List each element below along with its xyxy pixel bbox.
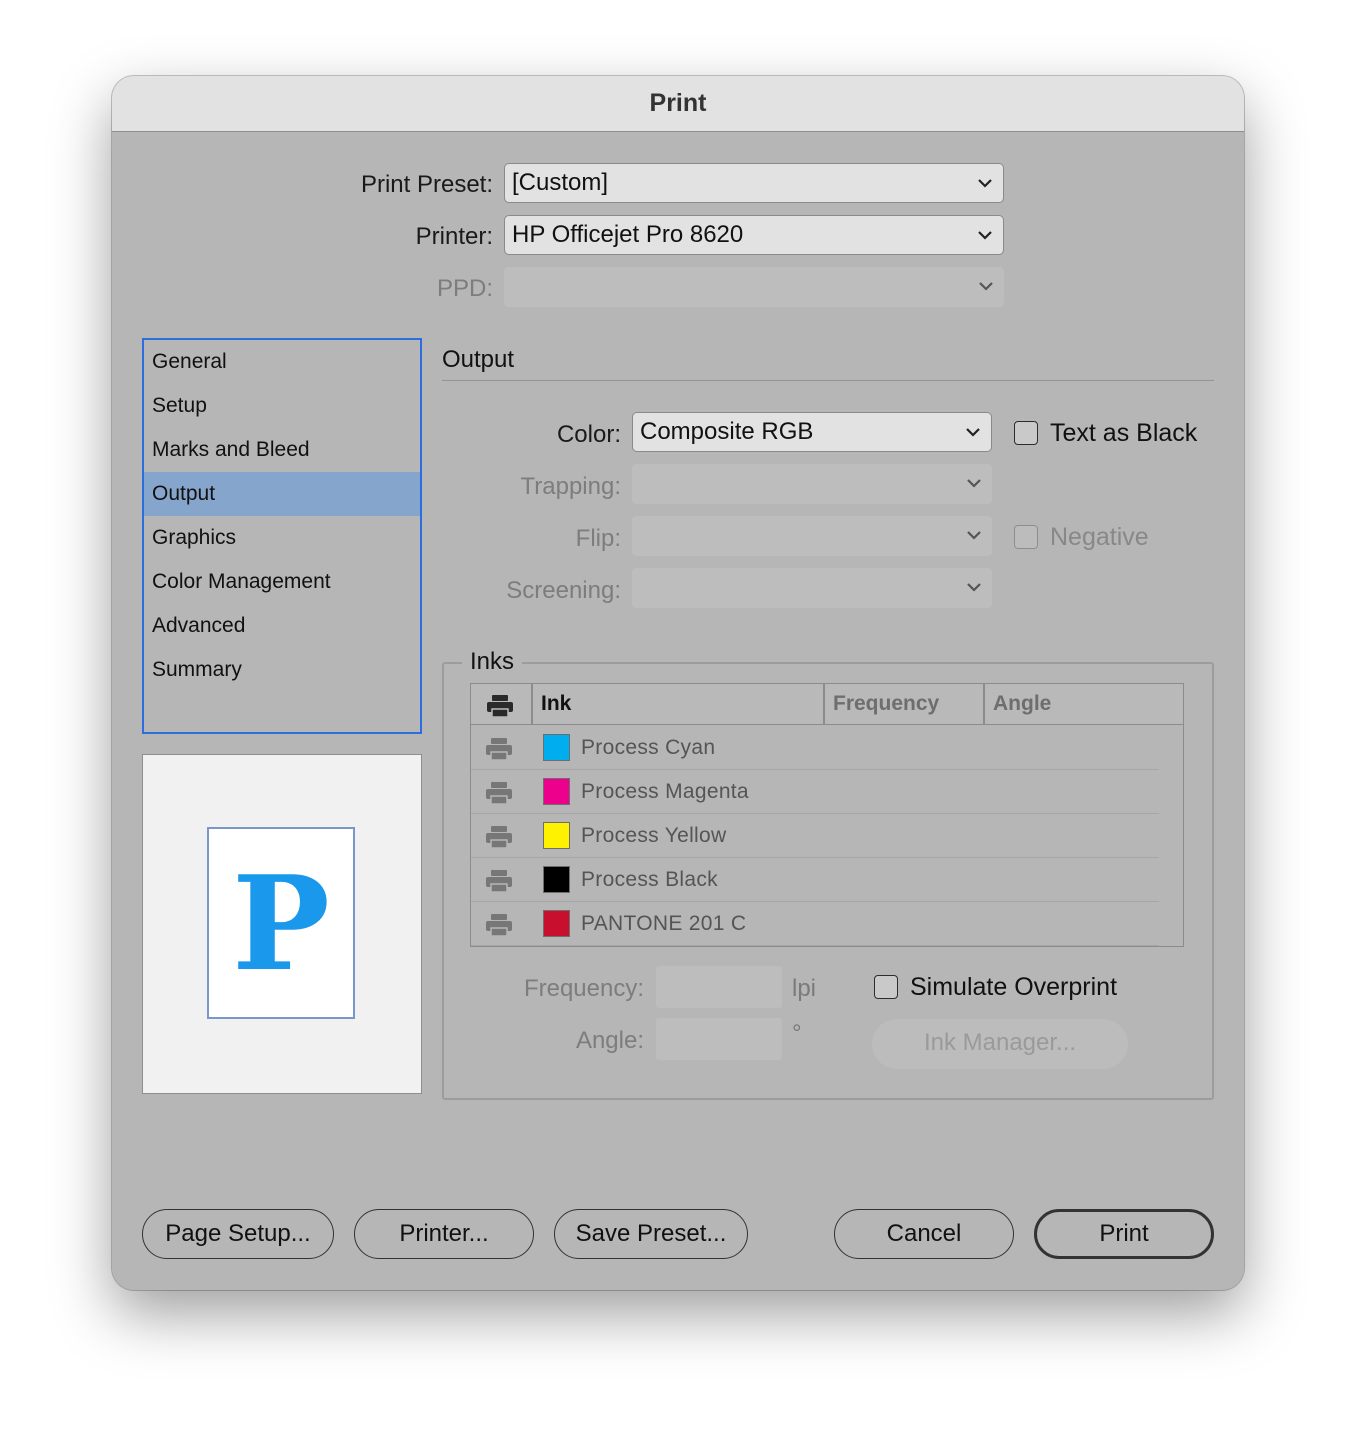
page-setup-button[interactable]: Page Setup... — [142, 1209, 334, 1259]
text-as-black-checkbox[interactable] — [1014, 421, 1038, 445]
chevron-down-icon — [967, 479, 981, 488]
inks-table-header: Ink Frequency Angle — [471, 684, 1183, 725]
preview-letter: P — [232, 847, 330, 1000]
inks-group-title: Inks — [462, 648, 523, 676]
frequency-column-header[interactable]: Frequency — [825, 684, 983, 724]
printer-value: HP Officejet Pro 8620 — [512, 221, 744, 248]
section-title: Output — [442, 346, 515, 373]
print-preset-label: Print Preset: — [360, 171, 493, 198]
print-button[interactable]: Print — [1034, 1209, 1214, 1259]
chevron-down-icon — [978, 179, 992, 188]
color-label: Color: — [556, 421, 621, 448]
sidebar-item-setup[interactable]: Setup — [144, 384, 420, 428]
frequency-unit: lpi — [792, 975, 817, 1002]
angle-input[interactable] — [656, 1018, 782, 1060]
printer-label: Printer: — [415, 223, 493, 250]
print-preset-value: [Custom] — [512, 169, 609, 196]
sidebar-item-marks-and-bleed[interactable]: Marks and Bleed — [144, 428, 420, 472]
frequency-label: Frequency: — [523, 975, 644, 1002]
sidebar-item-graphics[interactable]: Graphics — [144, 516, 420, 560]
angle-label: Angle: — [575, 1027, 644, 1054]
ppd-select[interactable] — [504, 267, 1004, 307]
ink-row[interactable]: Process Black — [471, 858, 1159, 902]
save-preset-button[interactable]: Save Preset... — [554, 1209, 748, 1259]
frequency-input[interactable] — [656, 966, 782, 1008]
chevron-down-icon — [966, 428, 980, 437]
chevron-down-icon — [967, 531, 981, 540]
ink-name: PANTONE 201 C — [581, 912, 747, 935]
sidebar-item-advanced[interactable]: Advanced — [144, 604, 420, 648]
printer-icon — [486, 914, 512, 937]
sidebar-item-color-management[interactable]: Color Management — [144, 560, 420, 604]
section-divider — [442, 380, 1214, 381]
print-preset-select[interactable]: [Custom] — [504, 163, 1004, 203]
trapping-select[interactable] — [632, 464, 992, 504]
ink-row[interactable]: Process Cyan — [471, 726, 1159, 770]
trapping-label: Trapping: — [520, 473, 622, 500]
color-value: Composite RGB — [640, 418, 814, 445]
sidebar-item-general[interactable]: General — [144, 340, 420, 384]
flip-label: Flip: — [575, 525, 621, 552]
ink-column-header[interactable]: Ink — [533, 684, 823, 724]
ink-swatch — [543, 778, 570, 805]
ink-name: Process Magenta — [581, 780, 749, 803]
sidebar-item-summary[interactable]: Summary — [144, 648, 420, 692]
sidebar-item-output[interactable]: Output — [144, 472, 420, 516]
printer-icon — [486, 738, 512, 761]
angle-unit: ° — [792, 1020, 802, 1047]
ink-name: Process Black — [581, 868, 718, 891]
screening-label: Screening: — [506, 577, 621, 604]
printer-select[interactable]: HP Officejet Pro 8620 — [504, 215, 1004, 255]
ink-swatch — [543, 734, 570, 761]
inks-table: Ink Frequency Angle Process Cyan Process… — [470, 683, 1184, 947]
ink-swatch — [543, 910, 570, 937]
print-column-header[interactable] — [471, 684, 531, 724]
cancel-button[interactable]: Cancel — [834, 1209, 1014, 1259]
screening-select[interactable] — [632, 568, 992, 608]
ink-swatch — [543, 866, 570, 893]
text-as-black-label: Text as Black — [1050, 419, 1198, 447]
negative-checkbox[interactable] — [1014, 525, 1038, 549]
chevron-down-icon — [978, 231, 992, 240]
simulate-overprint-label: Simulate Overprint — [910, 973, 1118, 1001]
ink-row[interactable]: Process Magenta — [471, 770, 1159, 814]
printer-icon — [486, 826, 512, 849]
page-thumbnail: P — [207, 827, 355, 1019]
ink-row[interactable]: Process Yellow — [471, 814, 1159, 858]
ink-name: Process Yellow — [581, 824, 727, 847]
color-select[interactable]: Composite RGB — [632, 412, 992, 452]
chevron-down-icon — [967, 583, 981, 592]
printer-icon — [486, 782, 512, 805]
flip-select[interactable] — [632, 516, 992, 556]
category-list: General Setup Marks and Bleed Output Gra… — [142, 338, 422, 734]
page-preview: P — [142, 754, 422, 1094]
ppd-label: PPD: — [436, 275, 493, 302]
window-title: Print — [112, 76, 1244, 132]
print-dialog: Print Print Preset: [Custom] Printer: HP… — [112, 76, 1244, 1290]
ink-row[interactable]: PANTONE 201 C — [471, 902, 1159, 946]
printer-icon — [486, 870, 512, 893]
chevron-down-icon — [979, 282, 993, 291]
ink-name: Process Cyan — [581, 736, 716, 759]
angle-column-header[interactable]: Angle — [985, 684, 1181, 724]
printer-button[interactable]: Printer... — [354, 1209, 534, 1259]
simulate-overprint-checkbox[interactable] — [874, 975, 898, 999]
negative-label: Negative — [1050, 523, 1149, 551]
ink-swatch — [543, 822, 570, 849]
printer-icon — [487, 695, 513, 718]
ink-manager-button[interactable]: Ink Manager... — [872, 1019, 1128, 1069]
